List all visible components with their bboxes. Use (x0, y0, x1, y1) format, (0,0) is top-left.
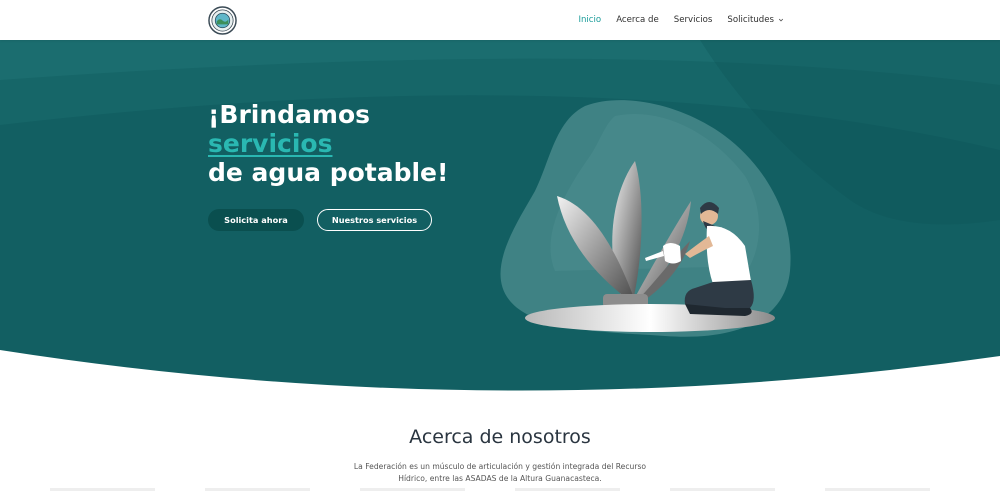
about-title: Acerca de nosotros (409, 426, 591, 448)
hero-headline: ¡Brindamos servicios de agua potable! (208, 100, 448, 187)
gardener-illustration (500, 100, 791, 337)
site-logo[interactable] (208, 6, 237, 35)
nuestros-servicios-button[interactable]: Nuestros servicios (317, 209, 432, 231)
nav-item-solicitudes[interactable]: Solicitudes (727, 15, 784, 25)
nav-item-acerca-de[interactable]: Acerca de (616, 15, 659, 25)
nav-item-inicio[interactable]: Inicio (578, 15, 601, 25)
nav-item-servicios[interactable]: Servicios (674, 15, 713, 25)
headline-accent: servicios (208, 129, 333, 158)
chevron-down-icon (778, 18, 784, 22)
nav-item-solicitudes-label: Solicitudes (727, 15, 774, 25)
headline-line-3: de agua potable! (208, 158, 449, 187)
headline-line-1: ¡Brindamos (208, 100, 371, 129)
about-description: La Federación es un músculo de articulac… (353, 462, 647, 483)
site-header: Inicio Acerca de Servicios Solicitudes (0, 0, 1000, 40)
solicita-ahora-button[interactable]: Solicita ahora (208, 209, 304, 231)
hero-section: ¡Brindamos servicios de agua potable! So… (0, 40, 1000, 400)
main-nav: Inicio Acerca de Servicios Solicitudes (578, 0, 784, 40)
